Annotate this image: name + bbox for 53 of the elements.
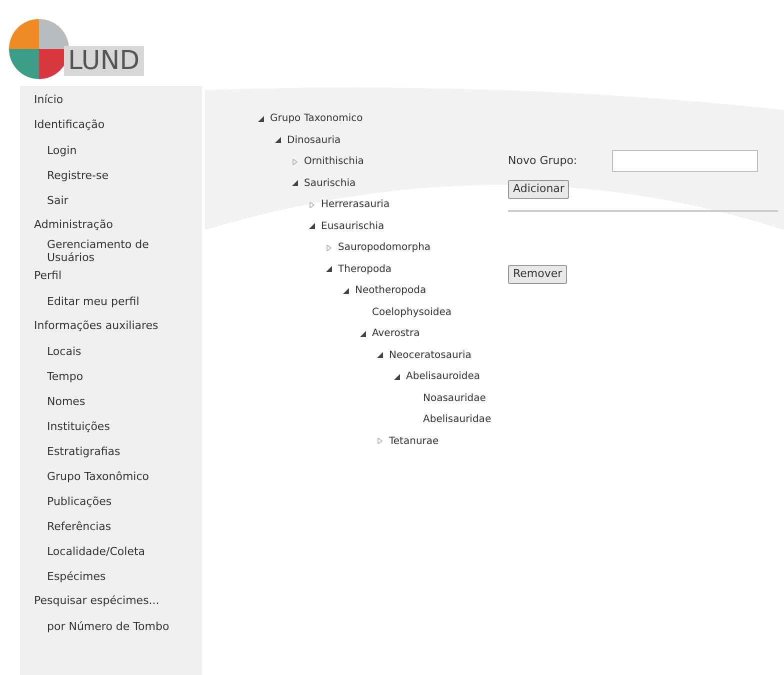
tree-node[interactable]: Saurischia xyxy=(304,176,356,191)
menu-item[interactable]: Editar meu perfil xyxy=(47,295,140,308)
tree-node[interactable]: Dinosauria xyxy=(287,132,341,148)
menu-item[interactable]: Estratigrafias xyxy=(47,445,120,458)
tree-node[interactable]: Grupo Taxonomico xyxy=(270,111,363,126)
tree-node[interactable]: Ornithischia xyxy=(304,154,364,170)
tree-node[interactable]: Eusaurischia xyxy=(321,218,384,234)
tree-node[interactable]: Abelisauridae xyxy=(423,412,492,428)
menu-heading[interactable]: Pesquisar espécimes... xyxy=(34,593,160,610)
menu-heading[interactable]: Informações auxiliares xyxy=(34,318,158,335)
expanded-triangle-icon[interactable] xyxy=(394,374,400,380)
expanded-triangle-icon[interactable] xyxy=(309,223,315,230)
tree-node[interactable]: Theropoda xyxy=(338,262,392,277)
menu-item[interactable]: Referências xyxy=(47,520,112,533)
menu-item[interactable]: Instituições xyxy=(47,420,110,433)
tree-node[interactable]: Tetanurae xyxy=(389,434,439,449)
menu-item[interactable]: Localidade/Coleta xyxy=(47,545,146,558)
tree-node[interactable]: Sauropodomorpha xyxy=(338,240,431,256)
menu-item[interactable]: Sair xyxy=(47,194,68,207)
logo-text: LUND xyxy=(64,46,144,76)
menu-item[interactable]: Tempo xyxy=(47,370,84,383)
expanded-triangle-icon[interactable] xyxy=(326,266,332,272)
menu-heading[interactable]: Início xyxy=(34,92,64,109)
menu-item[interactable]: Registre-se xyxy=(47,169,109,182)
tree-node[interactable]: Averostra xyxy=(372,326,420,342)
menu-item[interactable]: Nomes xyxy=(47,395,86,408)
menu-heading[interactable]: Identificação xyxy=(34,117,105,134)
menu-heading[interactable]: Administração xyxy=(34,217,113,234)
menu-item[interactable]: Espécimes xyxy=(47,570,106,583)
tree-node[interactable]: Abelisauroidea xyxy=(406,369,480,384)
tree-node[interactable]: Noasauridae xyxy=(423,390,486,406)
tree-node[interactable]: Coelophysoidea xyxy=(372,304,452,320)
menu-item[interactable]: Login xyxy=(47,144,77,157)
menu-item[interactable]: Gerenciamento de Usuários xyxy=(47,238,184,264)
expanded-triangle-icon[interactable] xyxy=(343,288,349,294)
menu-item[interactable]: por Número de Tombo xyxy=(47,620,170,633)
tree-node[interactable]: Herrerasauria xyxy=(321,197,390,212)
add-button[interactable]: Adicionar xyxy=(508,180,570,199)
menu-item[interactable]: Locais xyxy=(47,345,82,358)
expanded-triangle-icon[interactable] xyxy=(275,137,281,144)
expanded-triangle-icon[interactable] xyxy=(292,180,298,186)
menu-item[interactable]: Grupo Taxonômico xyxy=(47,470,150,483)
tree-node[interactable]: Neotheropoda xyxy=(355,283,426,298)
logo-circle-icon xyxy=(8,18,70,80)
expanded-triangle-icon[interactable] xyxy=(258,116,264,122)
new-group-label: Novo Grupo: xyxy=(508,152,578,169)
expanded-triangle-icon[interactable] xyxy=(377,352,383,358)
expanded-triangle-icon[interactable] xyxy=(360,330,366,337)
menu-item[interactable]: Publicações xyxy=(47,495,112,508)
new-group-field[interactable] xyxy=(612,150,758,172)
menu-heading[interactable]: Perfil xyxy=(34,268,62,285)
tree-node[interactable]: Neoceratosauria xyxy=(389,348,472,363)
remove-button[interactable]: Remover xyxy=(508,265,568,284)
